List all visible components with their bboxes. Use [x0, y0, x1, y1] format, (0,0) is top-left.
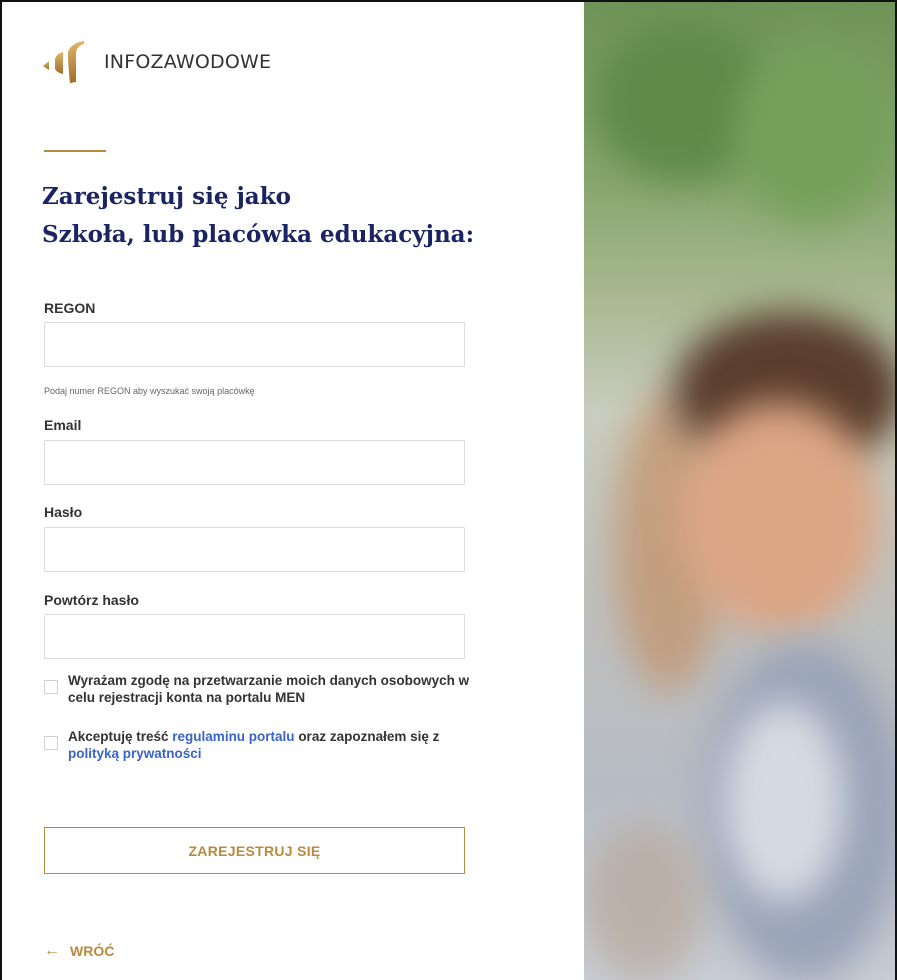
password-repeat-input[interactable]: [44, 614, 465, 659]
terms-text: Akceptuję treść regulaminu portalu oraz …: [68, 728, 474, 762]
photo-face: [679, 402, 879, 632]
page-title: Zarejestruj się jako Szkoła, lub placówk…: [42, 178, 562, 254]
consent-row: Wyrażam zgodę na przetwarzanie moich dan…: [44, 672, 474, 706]
terms-row: Akceptuję treść regulaminu portalu oraz …: [44, 728, 474, 762]
email-input[interactable]: [44, 440, 465, 485]
register-button[interactable]: ZAREJESTRUJ SIĘ: [44, 827, 465, 874]
accent-divider: [44, 150, 106, 152]
page-title-line2: Szkoła, lub placówka edukacyjna:: [42, 221, 475, 248]
registration-panel: INFOZAWODOWE Zarejestruj się jako Szkoła…: [2, 2, 584, 980]
consent-text: Wyrażam zgodę na przetwarzanie moich dan…: [68, 673, 470, 705]
back-link[interactable]: ← WRÓĆ: [44, 942, 114, 960]
students-photo: [584, 2, 895, 980]
regon-label: REGON: [44, 300, 96, 316]
terms-checkbox[interactable]: [44, 736, 58, 750]
photo-foliage-right: [734, 42, 894, 222]
consent-checkbox[interactable]: [44, 680, 58, 694]
password-label: Hasło: [44, 504, 83, 520]
password-repeat-label: Powtórz hasło: [44, 592, 139, 608]
photo-desk: [584, 822, 704, 980]
arrow-left-icon: ←: [44, 942, 60, 959]
logo-icon: [43, 41, 84, 83]
brand-name: INFOZAWODOWE: [104, 51, 272, 73]
terms-text-before: Akceptuję treść: [68, 729, 173, 744]
email-label: Email: [44, 417, 82, 433]
password-input[interactable]: [44, 527, 465, 572]
page-frame: INFOZAWODOWE Zarejestruj się jako Szkoła…: [0, 0, 897, 980]
photo-shirt-light: [724, 702, 844, 902]
regon-hint: Podaj numer REGON aby wyszukać swoją pla…: [44, 386, 255, 396]
page-title-line1: Zarejestruj się jako: [42, 183, 291, 210]
privacy-policy-link[interactable]: polityką prywatności: [68, 746, 202, 761]
terms-text-middle: oraz zapoznałem się z: [294, 729, 440, 744]
regon-input[interactable]: [44, 322, 465, 367]
logo[interactable]: INFOZAWODOWE: [40, 40, 271, 84]
terms-link[interactable]: regulaminu portalu: [172, 729, 294, 744]
back-label: WRÓĆ: [70, 943, 115, 959]
